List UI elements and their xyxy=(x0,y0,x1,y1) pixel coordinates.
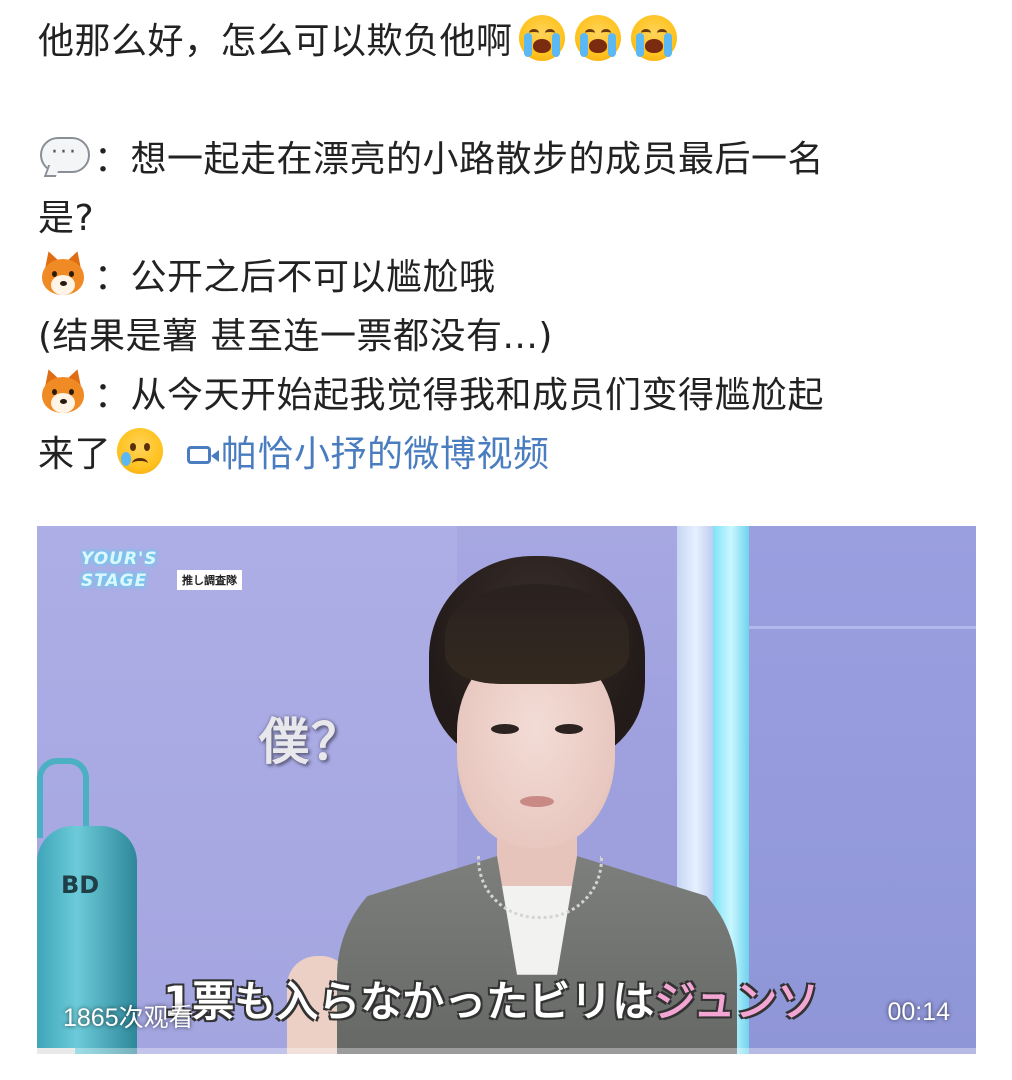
post-line-3-text: ：想一起走在漂亮的小路散步的成员最后一名 xyxy=(94,139,825,180)
post-line-1: 他那么好，怎么可以欺负他啊 xyxy=(38,12,978,71)
fox-face-icon xyxy=(38,248,88,297)
video-player[interactable]: BD YOUR'S STAGE 推し調査隊 僕？ 1票も入らなかったビリはジュン… xyxy=(37,526,976,1054)
post-line-8: 来了 帕恰小抒的微博视频 xyxy=(38,425,978,484)
post-line-5: ：公开之后不可以尴尬哦 xyxy=(38,248,978,307)
gas-tank-label: BD xyxy=(61,871,100,899)
video-duration: 00:14 xyxy=(887,998,950,1026)
show-logo: YOUR'S STAGE xyxy=(81,548,177,604)
speech-bubble-icon: ··· xyxy=(38,135,90,177)
post-line-4: 是? xyxy=(38,198,95,239)
video-caption-question: 僕？ xyxy=(259,713,363,771)
video-progress-fill xyxy=(37,1048,75,1054)
loudly-crying-face-icon xyxy=(518,15,565,61)
video-subtitle-name: ジュンソ xyxy=(654,977,820,1026)
sad-but-relieved-face-icon xyxy=(117,428,164,474)
video-link-label: 帕恰小抒的微博视频 xyxy=(221,434,550,475)
show-segment-tag: 推し調査隊 xyxy=(177,570,242,590)
person-lips xyxy=(520,796,554,807)
post-text: 他那么好，怎么可以欺负他啊 ··· ：想一起走在漂亮的小路散步的成员最后一名 是?… xyxy=(38,12,978,484)
show-logo-line-1: YOUR'S xyxy=(81,549,158,569)
post-line-8-text: 来了 xyxy=(38,434,112,475)
loudly-crying-face-icon xyxy=(630,15,677,61)
post-line-5-text: ：公开之后不可以尴尬哦 xyxy=(94,257,496,298)
person-fringe xyxy=(445,584,629,684)
video-camera-icon xyxy=(187,446,220,464)
fox-face-icon xyxy=(38,366,88,415)
post-line-7: ：从今天开始起我觉得我和成员们变得尴尬起 xyxy=(38,366,978,425)
video-link[interactable]: 帕恰小抒的微博视频 xyxy=(187,434,550,475)
video-progress-bar[interactable] xyxy=(37,1048,976,1054)
person-eye-left xyxy=(491,724,519,734)
video-subtitle-main: 1票も入らなかったビリは xyxy=(163,977,655,1026)
person-eye-right xyxy=(555,724,583,734)
video-subtitle: 1票も入らなかったビリはジュンソ xyxy=(163,968,819,1029)
post-line-3: ··· ：想一起走在漂亮的小路散步的成员最后一名 xyxy=(38,130,978,189)
post-line-1-text: 他那么好，怎么可以欺负他啊 xyxy=(38,21,513,62)
show-logo-line-2: STAGE xyxy=(81,571,148,591)
post-line-6: (结果是薯 甚至连一票都没有...) xyxy=(38,316,553,357)
view-count: 1865次观看 xyxy=(63,1004,194,1032)
loudly-crying-face-icon xyxy=(574,15,621,61)
post-line-7-text: ：从今天开始起我觉得我和成员们变得尴尬起 xyxy=(94,375,825,416)
